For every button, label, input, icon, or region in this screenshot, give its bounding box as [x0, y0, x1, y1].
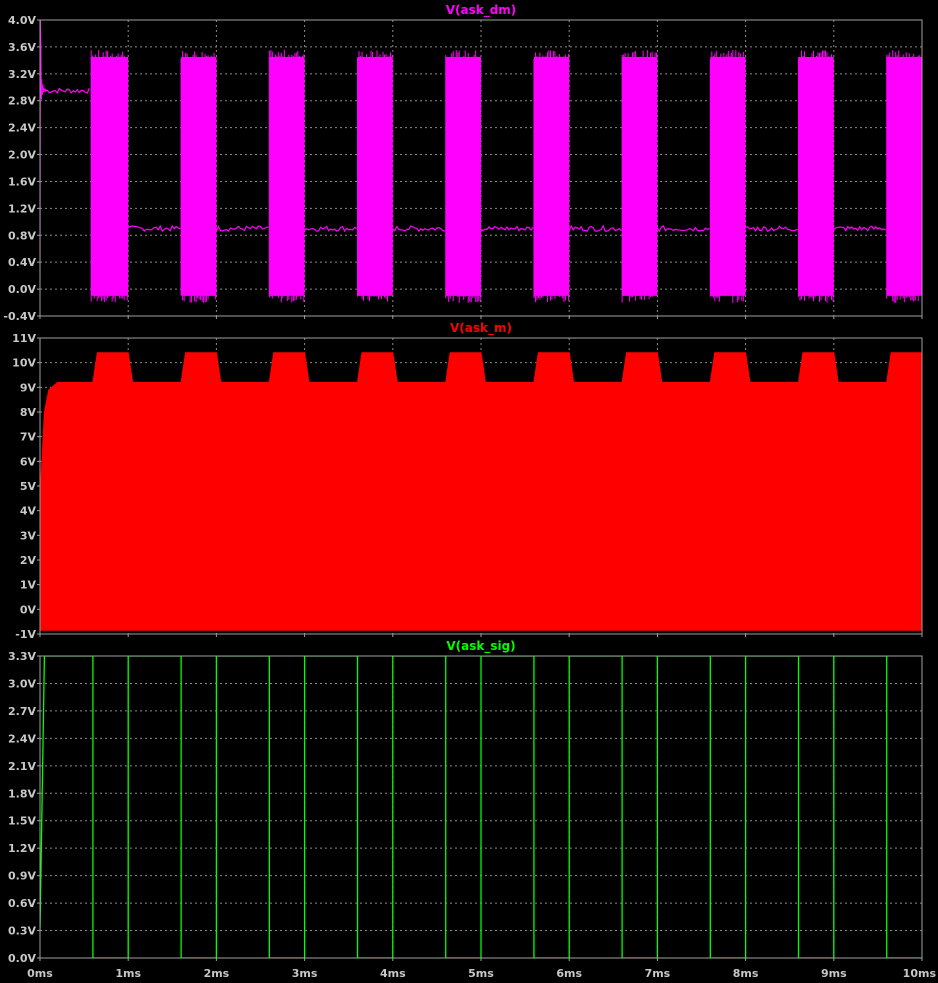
trace-segment — [392, 225, 445, 232]
y-tick-label: 0.6V — [8, 897, 36, 910]
y-tick-label: 2V — [20, 554, 37, 567]
y-tick-label: 0.0V — [8, 283, 36, 296]
y-tick-label: 2.7V — [8, 705, 36, 718]
y-tick-label: 1.2V — [8, 202, 36, 215]
x-tick-label: 8ms — [733, 967, 759, 980]
y-tick-label: 3.6V — [8, 41, 36, 54]
y-tick-label: 0.3V — [8, 925, 36, 938]
y-tick-label: 1.6V — [8, 175, 36, 188]
x-tick-label: 0ms — [27, 967, 53, 980]
trace-title: V(ask_m) — [450, 321, 512, 336]
x-tick-label: 6ms — [556, 967, 582, 980]
x-tick-label: 4ms — [380, 967, 406, 980]
x-tick-label: 10ms — [903, 967, 937, 980]
y-tick-label: 7V — [20, 431, 37, 444]
y-tick-label: 0.8V — [8, 229, 36, 242]
x-tick-label: 1ms — [115, 967, 141, 980]
y-tick-label: 0.4V — [8, 256, 36, 269]
trace-segment — [127, 224, 181, 233]
trace-line — [40, 656, 922, 958]
y-tick-label: 11V — [12, 332, 36, 345]
trace-segment — [833, 225, 887, 232]
trace-segment — [480, 225, 534, 232]
trace-area — [40, 656, 922, 958]
y-tick-label: 6V — [20, 455, 37, 468]
plot-pane-0: V(ask_dm) -0.4V 0.0V 0.4V 0.8V 1.2V 1.6V 2.0V 2.… — [3, 3, 923, 323]
y-tick-label: 3.3V — [8, 650, 36, 663]
y-tick-label: -0.4V — [3, 310, 36, 323]
trace-segment — [44, 87, 90, 94]
y-tick-label: 1.5V — [8, 815, 36, 828]
trace-area — [40, 352, 922, 631]
x-tick-label: 2ms — [204, 967, 230, 980]
x-tick-label: 7ms — [645, 967, 671, 980]
trace-segment — [656, 225, 710, 233]
y-tick-label: 8V — [20, 406, 37, 419]
y-tick-label: 2.4V — [8, 122, 36, 135]
y-tick-label: 0.9V — [8, 870, 36, 883]
y-tick-label: -1V — [15, 628, 36, 641]
y-tick-label: 4V — [20, 505, 37, 518]
y-tick-label: 10V — [12, 357, 36, 370]
trace-segment — [215, 225, 269, 232]
y-tick-label: 5V — [20, 480, 37, 493]
y-tick-label: 3.2V — [8, 68, 36, 81]
y-tick-label: 2.4V — [8, 732, 36, 745]
waveform-viewer: V(ask_dm) -0.4V 0.0V 0.4V 0.8V 1.2V 1.6V 2.0V 2.… — [3, 3, 937, 980]
plot-pane-1: V(ask_m) -1V 0V 1V 2V 3V 4V 5V 6V 7V 8V 9V 10V 11V — [12, 321, 923, 641]
x-tick-label: 3ms — [292, 967, 318, 980]
trace-segment — [304, 225, 357, 233]
trace-envelope — [40, 352, 922, 631]
y-tick-label: 4.0V — [8, 14, 36, 27]
y-tick-label: 1.2V — [8, 842, 36, 855]
trace-segment — [568, 224, 622, 232]
x-tick-label: 5ms — [468, 967, 494, 980]
y-tick-label: 1V — [20, 579, 37, 592]
y-tick-label: 3V — [20, 529, 37, 542]
trace-title: V(ask_dm) — [446, 3, 517, 18]
y-tick-label: 2.0V — [8, 149, 36, 162]
plot-pane-2: V(ask_sig) 0.0V 0.3V 0.6V 0.9V 1.2V 1.5V 1.8V 2.… — [8, 639, 923, 965]
y-tick-label: 3.0V — [8, 677, 36, 690]
x-tick-label: 9ms — [821, 967, 847, 980]
y-tick-label: 1.8V — [8, 787, 36, 800]
y-tick-label: 2.8V — [8, 95, 36, 108]
trace-title: V(ask_sig) — [446, 639, 515, 654]
y-tick-label: 2.1V — [8, 760, 36, 773]
y-tick-label: 9V — [20, 381, 37, 394]
y-tick-label: 0V — [20, 603, 37, 616]
trace-segment — [745, 225, 798, 233]
y-tick-label: 0.0V — [8, 952, 36, 965]
trace-area — [40, 20, 922, 303]
